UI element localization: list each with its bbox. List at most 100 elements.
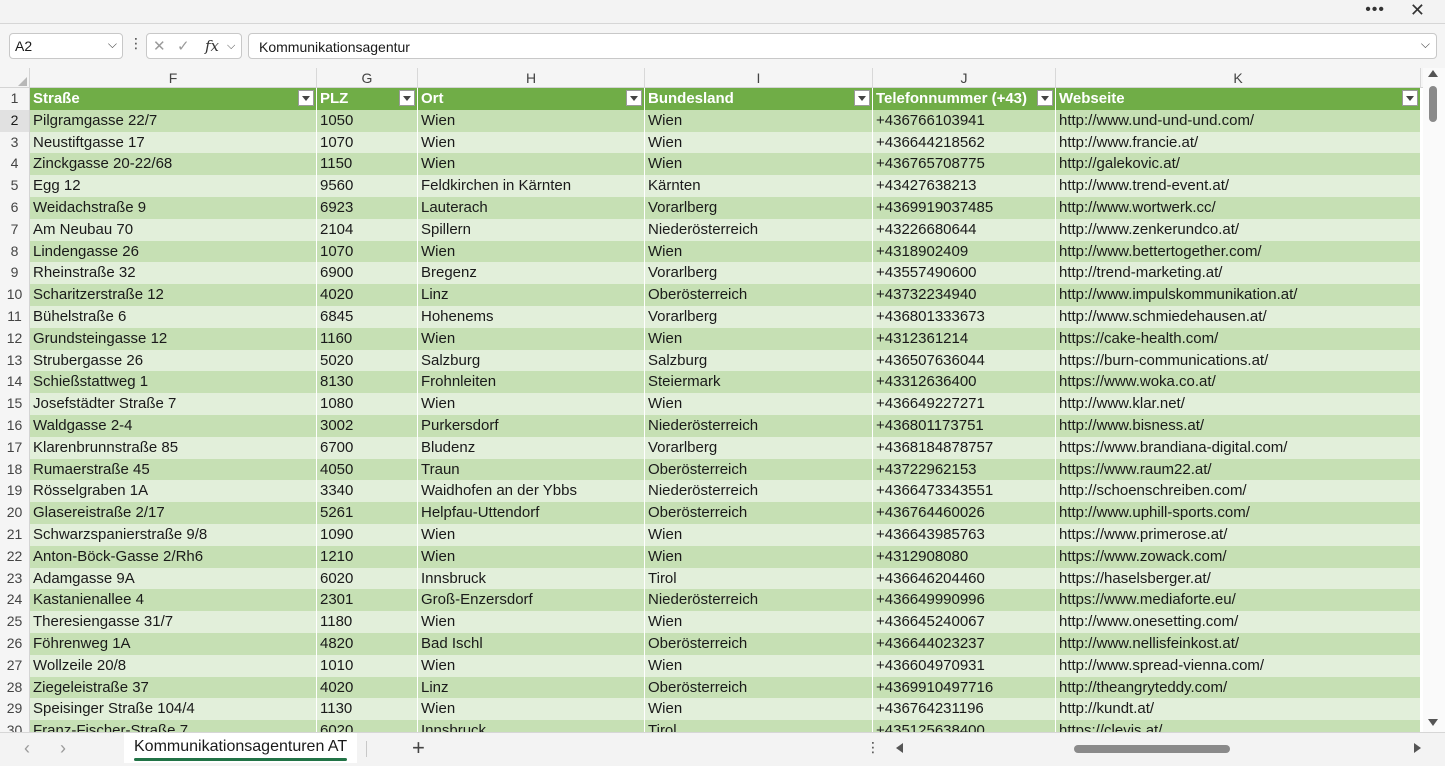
- table-cell[interactable]: Wien: [418, 524, 645, 546]
- table-cell[interactable]: 6020: [317, 720, 418, 732]
- row-header[interactable]: 17: [0, 436, 30, 459]
- column-header-k[interactable]: K: [1056, 68, 1421, 88]
- table-cell[interactable]: Steiermark: [645, 371, 873, 394]
- row-header[interactable]: 14: [0, 371, 30, 394]
- table-cell[interactable]: Klarenbrunnstraße 85: [30, 436, 317, 459]
- table-cell[interactable]: +436801173751: [873, 415, 1056, 437]
- table-cell[interactable]: Rumaerstraße 45: [30, 458, 317, 481]
- table-cell[interactable]: Feldkirchen in Kärnten: [418, 175, 645, 197]
- table-cell[interactable]: Wien: [645, 109, 873, 132]
- filter-dropdown-icon[interactable]: [626, 90, 642, 106]
- table-cell[interactable]: 1090: [317, 524, 418, 546]
- table-header-cell[interactable]: PLZ: [317, 88, 418, 110]
- table-cell[interactable]: +436765708775: [873, 153, 1056, 176]
- table-cell[interactable]: Oberösterreich: [645, 502, 873, 524]
- scroll-right-icon[interactable]: [1414, 743, 1421, 753]
- table-cell[interactable]: 9560: [317, 175, 418, 197]
- table-cell[interactable]: +43427638213: [873, 175, 1056, 197]
- name-box[interactable]: A2 ⌵: [9, 33, 123, 59]
- table-cell[interactable]: Linz: [418, 284, 645, 306]
- row-header[interactable]: 27: [0, 654, 30, 677]
- row-header[interactable]: 7: [0, 218, 30, 241]
- table-cell[interactable]: Rösselgraben 1A: [30, 480, 317, 503]
- table-cell[interactable]: Bühelstraße 6: [30, 306, 317, 328]
- table-cell[interactable]: +436604970931: [873, 654, 1056, 677]
- table-cell[interactable]: Glasereistraße 2/17: [30, 502, 317, 524]
- vertical-dots-icon[interactable]: ⋮: [866, 739, 880, 756]
- table-cell[interactable]: Grundsteingasse 12: [30, 327, 317, 350]
- table-cell[interactable]: 4820: [317, 633, 418, 655]
- table-cell[interactable]: 4020: [317, 284, 418, 306]
- filter-dropdown-icon[interactable]: [1037, 90, 1053, 106]
- table-cell[interactable]: Wien: [418, 131, 645, 154]
- table-cell[interactable]: +4369919037485: [873, 197, 1056, 219]
- table-cell[interactable]: +43312636400: [873, 371, 1056, 394]
- table-cell[interactable]: Kastanienallee 4: [30, 589, 317, 612]
- table-cell[interactable]: Wien: [645, 327, 873, 350]
- table-cell[interactable]: Wien: [418, 545, 645, 568]
- table-cell[interactable]: Wien: [645, 153, 873, 176]
- cancel-icon[interactable]: ✕: [153, 37, 166, 55]
- table-cell[interactable]: http://www.und-und-und.com/: [1056, 109, 1421, 132]
- table-cell[interactable]: http://www.trend-event.at/: [1056, 175, 1421, 197]
- table-header-cell[interactable]: Ort: [418, 88, 645, 110]
- table-cell[interactable]: +436644218562: [873, 131, 1056, 154]
- table-cell[interactable]: http://galekovic.at/: [1056, 153, 1421, 176]
- table-cell[interactable]: +436801333673: [873, 306, 1056, 328]
- table-cell[interactable]: +43226680644: [873, 218, 1056, 241]
- table-cell[interactable]: 3340: [317, 480, 418, 503]
- column-header-j[interactable]: J: [873, 68, 1056, 88]
- table-cell[interactable]: https://cake-health.com/: [1056, 327, 1421, 350]
- table-cell[interactable]: Kärnten: [645, 175, 873, 197]
- table-cell[interactable]: Groß-Enzersdorf: [418, 589, 645, 612]
- table-header-cell[interactable]: Webseite: [1056, 88, 1421, 110]
- table-cell[interactable]: Schwarzspanierstraße 9/8: [30, 524, 317, 546]
- table-cell[interactable]: 1210: [317, 545, 418, 568]
- table-cell[interactable]: 2301: [317, 589, 418, 612]
- table-cell[interactable]: +4368184878757: [873, 436, 1056, 459]
- table-cell[interactable]: Frohnleiten: [418, 371, 645, 394]
- table-cell[interactable]: +436646204460: [873, 567, 1056, 590]
- add-sheet-button[interactable]: +: [412, 735, 425, 761]
- scroll-up-icon[interactable]: [1428, 70, 1438, 77]
- table-cell[interactable]: +4312908080: [873, 545, 1056, 568]
- table-cell[interactable]: http://www.wortwerk.cc/: [1056, 197, 1421, 219]
- table-cell[interactable]: Wien: [418, 153, 645, 176]
- table-cell[interactable]: http://www.klar.net/: [1056, 393, 1421, 415]
- table-cell[interactable]: 6900: [317, 262, 418, 285]
- table-cell[interactable]: +436764231196: [873, 698, 1056, 721]
- table-cell[interactable]: Waldgasse 2-4: [30, 415, 317, 437]
- table-cell[interactable]: 1050: [317, 109, 418, 132]
- table-cell[interactable]: Wien: [418, 109, 645, 132]
- table-cell[interactable]: +43732234940: [873, 284, 1056, 306]
- table-cell[interactable]: 5261: [317, 502, 418, 524]
- table-cell[interactable]: Bad Ischl: [418, 633, 645, 655]
- table-cell[interactable]: 6700: [317, 436, 418, 459]
- table-cell[interactable]: Föhrenweg 1A: [30, 633, 317, 655]
- table-cell[interactable]: Strubergasse 26: [30, 349, 317, 372]
- row-header[interactable]: 30: [0, 720, 30, 732]
- table-cell[interactable]: Innsbruck: [418, 720, 645, 732]
- table-cell[interactable]: Wien: [418, 611, 645, 633]
- table-cell[interactable]: Weidachstraße 9: [30, 197, 317, 219]
- table-cell[interactable]: 4050: [317, 458, 418, 481]
- column-header-h[interactable]: H: [418, 68, 645, 88]
- table-cell[interactable]: Wien: [418, 654, 645, 677]
- table-cell[interactable]: +4318902409: [873, 240, 1056, 263]
- select-all-corner[interactable]: [0, 68, 30, 88]
- table-cell[interactable]: Speisinger Straße 104/4: [30, 698, 317, 721]
- table-cell[interactable]: Josefstädter Straße 7: [30, 393, 317, 415]
- table-cell[interactable]: 2104: [317, 218, 418, 241]
- table-cell[interactable]: http://www.schmiedehausen.at/: [1056, 306, 1421, 328]
- table-cell[interactable]: Wien: [418, 393, 645, 415]
- table-cell[interactable]: https://www.mediaforte.eu/: [1056, 589, 1421, 612]
- table-cell[interactable]: Adamgasse 9A: [30, 567, 317, 590]
- table-cell[interactable]: +436644023237: [873, 633, 1056, 655]
- table-cell[interactable]: https://burn-communications.at/: [1056, 349, 1421, 372]
- table-cell[interactable]: http://www.nellisfeinkost.at/: [1056, 633, 1421, 655]
- table-cell[interactable]: +436507636044: [873, 349, 1056, 372]
- row-header[interactable]: 4: [0, 153, 30, 176]
- previous-sheet-icon[interactable]: ‹: [24, 738, 30, 759]
- table-cell[interactable]: Theresiengasse 31/7: [30, 611, 317, 633]
- table-cell[interactable]: Oberösterreich: [645, 458, 873, 481]
